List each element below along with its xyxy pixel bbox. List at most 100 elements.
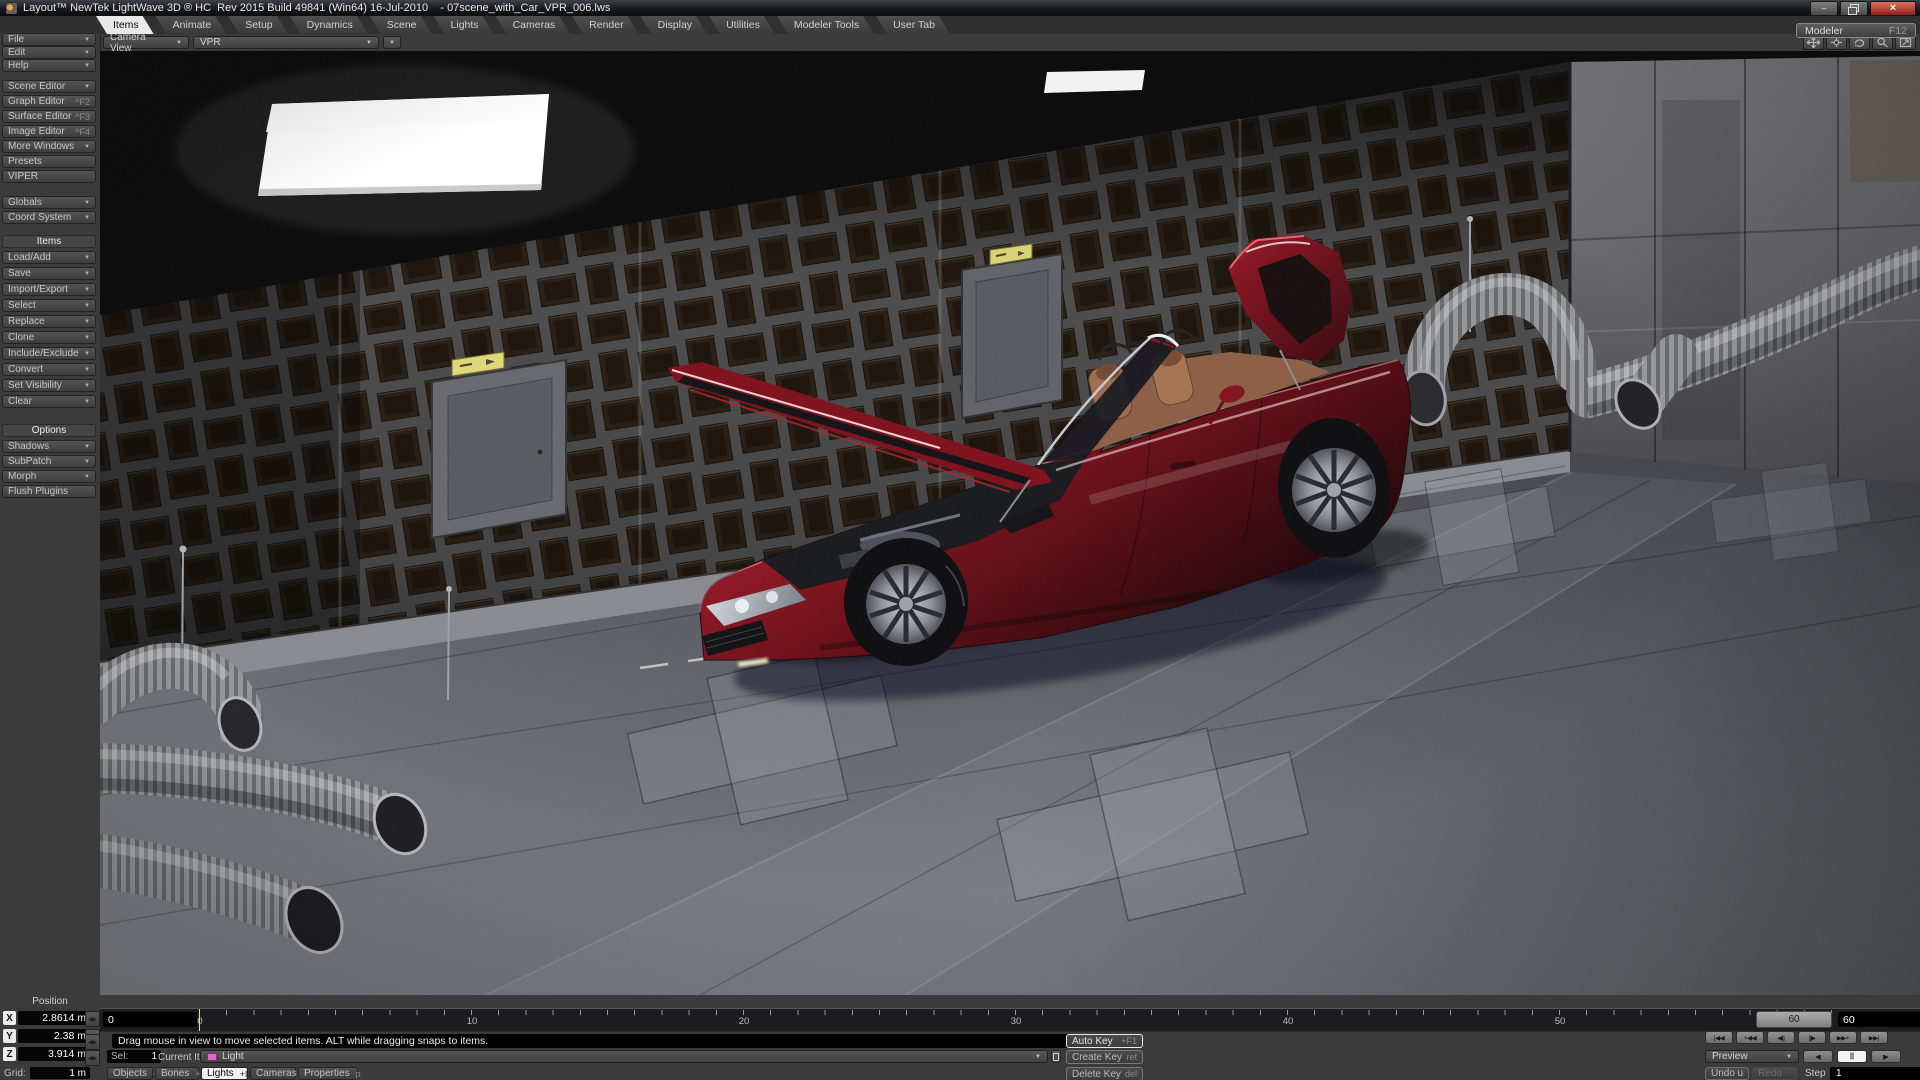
viewport-3d[interactable]: [100, 51, 1920, 995]
load-add-button[interactable]: Load/Add▼: [2, 251, 96, 264]
globals-button[interactable]: Globals▼: [2, 196, 96, 209]
item-tab-properties[interactable]: Propertiesp: [298, 1067, 358, 1080]
current-frame-field[interactable]: 0: [103, 1012, 197, 1027]
axis-y-value[interactable]: 2.38 m: [18, 1029, 90, 1043]
chevron-down-icon: ▼: [84, 474, 90, 480]
tab-modeler-tools[interactable]: Modeler Tools: [777, 16, 874, 34]
item-lock-button[interactable]: [1051, 1050, 1061, 1063]
go-to-end-button[interactable]: ▶▶|: [1860, 1031, 1888, 1044]
import-export-button[interactable]: Import/Export▼: [2, 283, 96, 296]
preview-dropdown[interactable]: Preview▼: [1705, 1050, 1799, 1063]
flush-plugins-button[interactable]: Flush Plugins: [2, 485, 96, 498]
close-icon: ×: [1890, 3, 1896, 14]
replace-button[interactable]: Replace▼: [2, 315, 96, 328]
graph-editor-button[interactable]: Graph Editor^F2: [2, 95, 96, 108]
left-sidebar: File▼ Edit▼ Help▼ Scene Editor▼ Graph Ed…: [0, 33, 101, 995]
tab-display[interactable]: Display: [641, 16, 707, 34]
tab-dynamics[interactable]: Dynamics: [290, 16, 368, 34]
menu-edit[interactable]: Edit▼: [2, 46, 96, 59]
clone-button[interactable]: Clone▼: [2, 331, 96, 344]
grid-value[interactable]: 1 m: [30, 1067, 90, 1079]
clear-button[interactable]: Clear▼: [2, 395, 96, 408]
surface-editor-button[interactable]: Surface Editor^F3: [2, 110, 96, 123]
chevron-down-icon: ▼: [84, 50, 90, 56]
next-key-button[interactable]: ▶▶+: [1829, 1031, 1857, 1044]
modeler-button[interactable]: ModelerF12: [1796, 23, 1916, 38]
app-icon: [6, 3, 17, 14]
tab-render[interactable]: Render: [572, 16, 638, 34]
play-backward-button[interactable]: ◀: [1803, 1050, 1833, 1063]
timeline-slider-handle[interactable]: 60: [1756, 1011, 1832, 1028]
more-windows-button[interactable]: More Windows▼: [2, 140, 96, 153]
view-mode-dropdown[interactable]: Camera View▼: [103, 36, 189, 49]
save-button[interactable]: Save▼: [2, 267, 96, 280]
shadows-button[interactable]: Shadows▼: [2, 440, 96, 453]
chevron-down-icon: ▼: [84, 144, 90, 150]
morph-button[interactable]: Morph▼: [2, 470, 96, 483]
menu-file[interactable]: File▼: [2, 33, 96, 46]
pause-button[interactable]: ||: [1837, 1050, 1867, 1063]
subpatch-button[interactable]: SubPatch▼: [2, 455, 96, 468]
tab-cameras[interactable]: Cameras: [496, 16, 571, 34]
axis-z-label[interactable]: Z: [3, 1047, 16, 1061]
selection-count-field[interactable]: Sel:1: [107, 1050, 161, 1063]
chevron-down-icon: ▼: [84, 255, 90, 261]
restore-button[interactable]: [1840, 1, 1868, 16]
restore-icon: [1850, 4, 1859, 12]
step-back-button[interactable]: ◀||: [1767, 1031, 1795, 1044]
end-frame-field[interactable]: 60: [1838, 1012, 1920, 1027]
go-to-start-button[interactable]: |◀◀: [1705, 1031, 1733, 1044]
tab-scene[interactable]: Scene: [370, 16, 432, 34]
tab-setup[interactable]: Setup: [228, 16, 287, 34]
item-tab-objects[interactable]: Objects+O: [107, 1067, 153, 1080]
tab-lights[interactable]: Lights: [434, 16, 494, 34]
set-visibility-button[interactable]: Set Visibility▼: [2, 379, 96, 392]
select-button[interactable]: Select▼: [2, 299, 96, 312]
tick-label: 0: [197, 1016, 202, 1027]
render-mode-dropdown[interactable]: VPR▼: [193, 36, 379, 49]
minimize-button[interactable]: –: [1810, 1, 1838, 16]
chevron-down-icon: ▼: [84, 215, 90, 221]
redo-button[interactable]: Redo: [1752, 1067, 1797, 1080]
axis-x-spinner[interactable]: ◀▶: [85, 1011, 100, 1027]
auto-key-button[interactable]: Auto Key+F1: [1066, 1034, 1143, 1048]
tab-utilities[interactable]: Utilities: [709, 16, 775, 34]
axis-y-label[interactable]: Y: [3, 1029, 16, 1043]
tab-items[interactable]: Items: [96, 16, 154, 34]
tab-user-tab[interactable]: User Tab: [876, 16, 950, 34]
selection-spinner[interactable]: ◀▶: [85, 1050, 100, 1066]
step-forward-button[interactable]: ||▶: [1798, 1031, 1826, 1044]
title-bar[interactable]: Layout™ NewTek LightWave 3D ® HC Rev 201…: [0, 0, 1920, 16]
close-button[interactable]: ×: [1870, 1, 1916, 16]
include-exclude-button[interactable]: Include/Exclude▼: [2, 347, 96, 360]
item-tab-lights[interactable]: Lights+L: [201, 1067, 248, 1080]
menu-help[interactable]: Help▼: [2, 59, 96, 72]
timeline-ruler[interactable]: 0 10 20 30 40 50 60: [192, 1009, 1833, 1031]
play-forward-button[interactable]: ▶: [1871, 1050, 1901, 1063]
coord-system-button[interactable]: Coord System▼: [2, 211, 96, 224]
scene-editor-button[interactable]: Scene Editor▼: [2, 80, 96, 93]
delete-key-button[interactable]: Delete Keydel: [1066, 1067, 1143, 1080]
undo-button[interactable]: Undou: [1705, 1067, 1749, 1080]
current-item-dropdown[interactable]: Light ▼: [200, 1050, 1048, 1063]
step-field[interactable]: 1: [1830, 1067, 1920, 1080]
viewport-options-dropdown[interactable]: ▼: [383, 36, 401, 49]
options-section-header: Options: [2, 424, 96, 437]
convert-button[interactable]: Convert▼: [2, 363, 96, 376]
item-tab-bones[interactable]: Bones+B: [155, 1067, 199, 1080]
axis-z-value[interactable]: 3.914 m: [18, 1047, 90, 1061]
previous-key-button[interactable]: +◀◀: [1736, 1031, 1764, 1044]
chevron-down-icon: ▼: [84, 459, 90, 465]
presets-button[interactable]: Presets: [2, 155, 96, 168]
viper-button[interactable]: VIPER: [2, 170, 96, 183]
create-key-button[interactable]: Create Keyret: [1066, 1050, 1143, 1064]
status-spinner[interactable]: ◀▶: [85, 1034, 100, 1050]
axis-x-value[interactable]: 2.8614 m: [18, 1011, 90, 1025]
magnifier-icon: [1876, 37, 1889, 48]
tick-label: 30: [1011, 1016, 1022, 1027]
chevron-down-icon: ▼: [84, 200, 90, 206]
item-tab-cameras[interactable]: Cameras+C: [250, 1067, 296, 1080]
chevron-down-icon: ▼: [84, 367, 90, 373]
image-editor-button[interactable]: Image Editor^F4: [2, 125, 96, 138]
axis-x-label[interactable]: X: [3, 1011, 16, 1025]
